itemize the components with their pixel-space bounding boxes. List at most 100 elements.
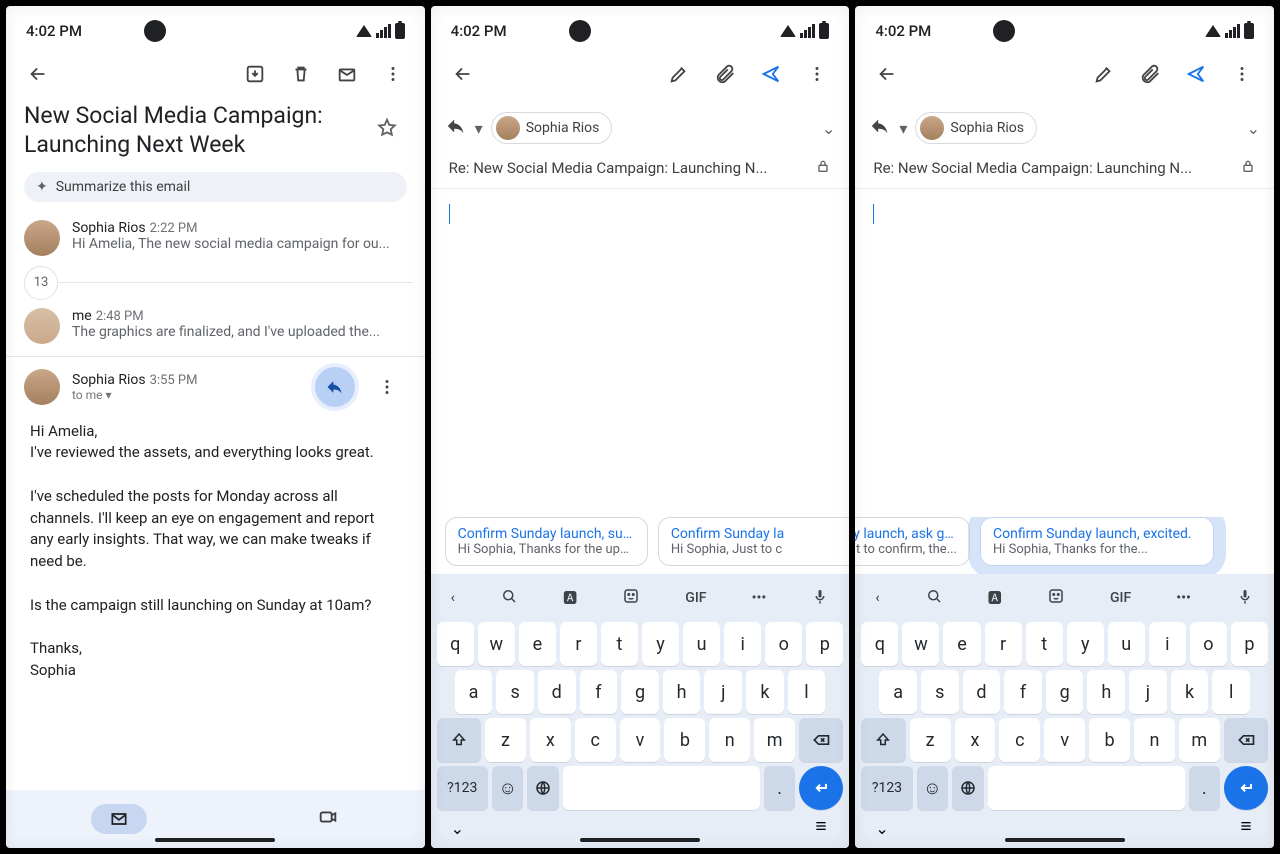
numeric-key[interactable]: ?123 xyxy=(861,766,912,810)
key-c[interactable]: c xyxy=(999,718,1040,762)
mark-unread-button[interactable] xyxy=(327,54,367,94)
kbd-mic-icon[interactable] xyxy=(1236,587,1254,609)
expand-recipients[interactable]: ⌄ xyxy=(1247,119,1260,138)
key-u[interactable]: u xyxy=(683,622,720,666)
key-d[interactable]: d xyxy=(963,670,1001,714)
compose-body[interactable] xyxy=(431,189,850,517)
key-y[interactable]: y xyxy=(1067,622,1104,666)
key-f[interactable]: f xyxy=(580,670,618,714)
lang-key[interactable] xyxy=(952,766,984,810)
send-button[interactable] xyxy=(751,54,791,94)
key-n[interactable]: n xyxy=(709,718,750,762)
overflow-button[interactable] xyxy=(373,54,413,94)
key-v[interactable]: v xyxy=(1044,718,1085,762)
key-w[interactable]: w xyxy=(478,622,515,666)
chevron-down-icon[interactable]: ▾ xyxy=(899,119,907,138)
send-button[interactable] xyxy=(1176,54,1216,94)
collapsed-message[interactable]: me2:48 PM The graphics are finalized, an… xyxy=(18,300,413,352)
back-button[interactable] xyxy=(18,54,58,94)
kbd-translate-icon[interactable]: 🅰 xyxy=(988,588,1002,608)
kbd-sticker-icon[interactable] xyxy=(1047,587,1065,609)
kbd-collapse[interactable]: ⌄ xyxy=(875,819,888,838)
message-overflow-button[interactable] xyxy=(367,367,407,407)
reply-mode-toggle[interactable] xyxy=(869,115,891,141)
kbd-search-icon[interactable] xyxy=(500,587,518,609)
backspace-key[interactable] xyxy=(1224,718,1268,762)
backspace-key[interactable] xyxy=(799,718,843,762)
key-r[interactable]: r xyxy=(560,622,597,666)
chevron-down-icon[interactable]: ▾ xyxy=(475,119,483,138)
smart-compose-button[interactable] xyxy=(659,54,699,94)
nav-meet[interactable] xyxy=(317,806,339,832)
key-y[interactable]: y xyxy=(642,622,679,666)
kbd-back[interactable]: ‹ xyxy=(451,590,455,606)
overflow-button[interactable] xyxy=(1222,54,1262,94)
smart-reply-suggestion[interactable]: Confirm Sunday la Hi Sophia, Just to c xyxy=(658,517,850,566)
kbd-menu-icon[interactable] xyxy=(813,818,829,838)
smart-reply-suggestion[interactable]: lay launch, ask goals t to confirm, the.… xyxy=(855,517,970,566)
key-s[interactable]: s xyxy=(921,670,959,714)
key-h[interactable]: h xyxy=(663,670,701,714)
smart-compose-button[interactable] xyxy=(1084,54,1124,94)
collapsed-message[interactable]: Sophia Rios2:22 PM Hi Amelia, The new so… xyxy=(18,212,413,264)
key-x[interactable]: x xyxy=(530,718,571,762)
overflow-button[interactable] xyxy=(797,54,837,94)
summarize-chip[interactable]: ✦ Summarize this email xyxy=(24,172,407,202)
reply-button[interactable] xyxy=(315,367,355,407)
delete-button[interactable] xyxy=(281,54,321,94)
home-indicator[interactable] xyxy=(1005,838,1125,842)
key-l[interactable]: l xyxy=(1212,670,1250,714)
key-q[interactable]: q xyxy=(861,622,898,666)
star-button[interactable] xyxy=(367,108,407,148)
key-v[interactable]: v xyxy=(620,718,661,762)
attach-button[interactable] xyxy=(1130,54,1170,94)
key-t[interactable]: t xyxy=(1026,622,1063,666)
numeric-key[interactable]: ?123 xyxy=(437,766,488,810)
key-o[interactable]: o xyxy=(1190,622,1227,666)
compose-subject[interactable]: Re: New Social Media Campaign: Launching… xyxy=(873,159,1232,177)
key-j[interactable]: j xyxy=(1129,670,1167,714)
key-x[interactable]: x xyxy=(955,718,996,762)
emoji-key[interactable]: ☺ xyxy=(917,766,949,810)
kbd-search-icon[interactable] xyxy=(925,587,943,609)
key-g[interactable]: g xyxy=(621,670,659,714)
key-k[interactable]: k xyxy=(746,670,784,714)
kbd-sticker-icon[interactable] xyxy=(622,587,640,609)
shift-key[interactable] xyxy=(437,718,481,762)
kbd-more[interactable]: ••• xyxy=(1176,590,1191,606)
kbd-gif[interactable]: GIF xyxy=(1110,590,1131,606)
key-i[interactable]: i xyxy=(1149,622,1186,666)
kbd-translate-icon[interactable]: 🅰 xyxy=(563,588,577,608)
key-p[interactable]: p xyxy=(1231,622,1268,666)
kbd-collapse[interactable]: ⌄ xyxy=(451,819,464,838)
key-k[interactable]: k xyxy=(1171,670,1209,714)
smart-reply-suggestion[interactable]: Confirm Sunday launch, sugge... Hi Sophi… xyxy=(445,517,648,566)
key-b[interactable]: b xyxy=(664,718,705,762)
thread-count-divider[interactable]: 13 xyxy=(18,270,413,294)
back-button[interactable] xyxy=(867,54,907,94)
key-o[interactable]: o xyxy=(765,622,802,666)
key-z[interactable]: z xyxy=(910,718,951,762)
compose-subject[interactable]: Re: New Social Media Campaign: Launching… xyxy=(449,159,808,177)
key-b[interactable]: b xyxy=(1089,718,1130,762)
key-r[interactable]: r xyxy=(985,622,1022,666)
key-w[interactable]: w xyxy=(902,622,939,666)
key-e[interactable]: e xyxy=(519,622,556,666)
key-g[interactable]: g xyxy=(1046,670,1084,714)
kbd-more[interactable]: ••• xyxy=(752,590,767,606)
attach-button[interactable] xyxy=(705,54,745,94)
key-a[interactable]: a xyxy=(879,670,917,714)
space-key[interactable] xyxy=(563,766,760,810)
key-j[interactable]: j xyxy=(704,670,742,714)
key-t[interactable]: t xyxy=(601,622,638,666)
key-f[interactable]: f xyxy=(1004,670,1042,714)
key-q[interactable]: q xyxy=(437,622,474,666)
reply-mode-toggle[interactable] xyxy=(445,115,467,141)
key-m[interactable]: m xyxy=(1179,718,1220,762)
key-n[interactable]: n xyxy=(1134,718,1175,762)
kbd-menu-icon[interactable] xyxy=(1238,818,1254,838)
key-c[interactable]: c xyxy=(575,718,616,762)
kbd-gif[interactable]: GIF xyxy=(685,590,706,606)
enter-key[interactable] xyxy=(799,766,843,810)
compose-body[interactable] xyxy=(855,189,1274,517)
